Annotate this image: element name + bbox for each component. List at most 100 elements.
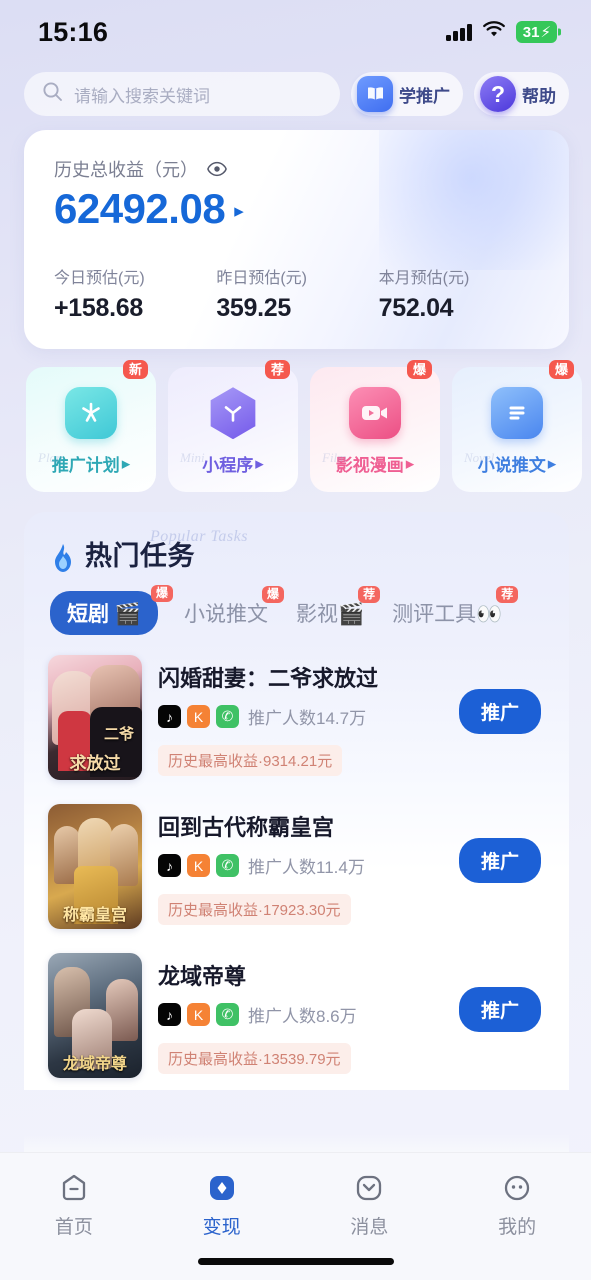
stat-today[interactable]: 今日预估(元) +158.68 xyxy=(54,264,216,323)
kuaishou-icon: K xyxy=(187,705,210,728)
douyin-icon: ♪ xyxy=(158,1003,181,1026)
wechat-icon: ✆ xyxy=(216,1003,239,1026)
category-watermark: Novel xyxy=(464,450,494,466)
tab-label: 测评工具👀 xyxy=(392,598,502,628)
search-icon xyxy=(42,81,63,107)
promote-button[interactable]: 推广 xyxy=(459,987,541,1032)
search-row: 请输入搜索关键词 学推广 ? 帮助 xyxy=(0,64,591,116)
table-row[interactable]: 龙域帝尊 龙域帝尊 ♪ K ✆ 推广人数8.6万 历史最高收益·13539.79… xyxy=(24,941,569,1090)
poster-dragon-emperor: 龙域帝尊 xyxy=(48,953,142,1078)
chevron-right-icon: ▸ xyxy=(548,454,557,474)
nav-item-home[interactable]: 首页 xyxy=(0,1171,148,1239)
chevron-right-icon: ▸ xyxy=(122,454,131,474)
table-row[interactable]: 求放过 二爷 闪婚甜妻：二爷求放过 ♪ K ✆ 推广人数14.7万 历史最高收益… xyxy=(24,643,569,792)
stat-today-label: 今日预估(元) xyxy=(54,264,216,288)
category-name-text: 小程序 xyxy=(202,451,253,476)
search-placeholder: 请输入搜索关键词 xyxy=(74,82,210,107)
stat-today-value: +158.68 xyxy=(54,294,216,323)
category-card-film-comic[interactable]: 爆 Film 影视漫画 ▸ xyxy=(310,367,440,492)
hot-tasks-header: 热门任务 Popular Tasks xyxy=(24,512,569,573)
chevron-right-icon: ▸ xyxy=(406,454,415,474)
status-bar: 15:16 31 ⚡ xyxy=(0,0,591,64)
stat-yesterday[interactable]: 昨日预估(元) 359.25 xyxy=(216,264,378,323)
novel-doc-icon xyxy=(491,387,543,439)
hot-tasks-panel: 热门任务 Popular Tasks 短剧 🎬 爆 小说推文 爆 影视🎬 荐 测… xyxy=(24,512,569,1090)
promoter-count: 推广人数11.4万 xyxy=(248,853,365,878)
cellular-signal-icon xyxy=(446,24,472,41)
nav-item-message[interactable]: 消息 xyxy=(296,1171,444,1239)
miniprogram-icon xyxy=(207,387,259,439)
category-badge: 爆 xyxy=(549,360,574,379)
tab-duanju[interactable]: 短剧 🎬 爆 xyxy=(50,591,158,635)
earnings-badge: 历史最高收益·13539.79元 xyxy=(158,1043,351,1074)
promoter-count: 推广人数8.6万 xyxy=(248,1002,357,1027)
category-card-promotion-plan[interactable]: 新 Plan 推广计划 ▸ xyxy=(26,367,156,492)
category-card-miniprogram[interactable]: 荐 Mini 小程序 ▸ xyxy=(168,367,298,492)
earnings-badge: 历史最高收益·9314.21元 xyxy=(158,745,342,776)
earnings-card: 历史总收益（元） 62492.08 ▸ 今日预估(元) +158.68 昨日预估… xyxy=(24,130,569,349)
nav-item-profile[interactable]: 我的 xyxy=(443,1171,591,1239)
task-list: 求放过 二爷 闪婚甜妻：二爷求放过 ♪ K ✆ 推广人数14.7万 历史最高收益… xyxy=(24,635,569,1090)
category-watermark: Film xyxy=(322,450,347,466)
tab-review-tools[interactable]: 测评工具👀 荐 xyxy=(390,591,504,635)
search-input[interactable]: 请输入搜索关键词 xyxy=(24,72,340,116)
tab-badge: 爆 xyxy=(151,585,173,602)
nav-label: 消息 xyxy=(350,1212,388,1239)
flame-icon xyxy=(50,543,76,573)
category-watermark: Plan xyxy=(38,450,63,466)
home-indicator xyxy=(198,1258,394,1265)
plan-sparkle-icon xyxy=(65,387,117,439)
table-row[interactable]: 称霸皇宫 回到古代称霸皇宫 ♪ K ✆ 推广人数11.4万 历史最高收益·179… xyxy=(24,792,569,941)
status-indicators: 31 ⚡ xyxy=(446,21,557,44)
tab-label: 影视🎬 xyxy=(296,598,364,628)
douyin-icon: ♪ xyxy=(158,705,181,728)
home-icon xyxy=(57,1171,91,1205)
promote-button[interactable]: 推广 xyxy=(459,689,541,734)
question-mark-icon: ? xyxy=(480,76,516,112)
battery-level: 31 xyxy=(523,24,540,41)
tab-badge: 荐 xyxy=(496,586,518,603)
total-amount-row[interactable]: 62492.08 ▸ xyxy=(54,186,541,232)
bottom-navigation: 首页 变现 消息 我的 xyxy=(0,1152,591,1280)
promote-button[interactable]: 推广 xyxy=(459,838,541,883)
tab-badge: 爆 xyxy=(262,586,284,603)
nav-label: 变现 xyxy=(203,1212,241,1239)
promoter-count: 推广人数14.7万 xyxy=(248,704,366,729)
eye-icon[interactable] xyxy=(207,159,227,179)
category-badge: 爆 xyxy=(407,360,432,379)
tab-film[interactable]: 影视🎬 荐 xyxy=(294,591,366,635)
earnings-badge: 历史最高收益·17923.30元 xyxy=(158,894,351,925)
category-name: 影视漫画 ▸ xyxy=(336,451,415,476)
task-tabs: 短剧 🎬 爆 小说推文 爆 影视🎬 荐 测评工具👀 荐 xyxy=(24,573,569,635)
list-fade xyxy=(24,1134,569,1152)
status-time: 15:16 xyxy=(38,17,108,48)
kuaishou-icon: K xyxy=(187,1003,210,1026)
category-card-novel[interactable]: 爆 Novel 小说推文 ▸ xyxy=(452,367,582,492)
total-amount: 62492.08 xyxy=(54,186,225,232)
total-earnings-label: 历史总收益（元） xyxy=(54,156,198,182)
chevron-right-icon: ▸ xyxy=(234,200,244,223)
learn-promotion-button[interactable]: 学推广 xyxy=(351,72,463,116)
chevron-right-icon: ▸ xyxy=(255,454,264,474)
message-icon xyxy=(352,1171,386,1205)
category-badge: 荐 xyxy=(265,360,290,379)
nav-label: 首页 xyxy=(55,1212,93,1239)
monetize-diamond-icon xyxy=(205,1171,239,1205)
stat-month[interactable]: 本月预估(元) 752.04 xyxy=(379,264,541,323)
hot-tasks-watermark: Popular Tasks xyxy=(150,528,248,546)
charging-bolt-icon: ⚡ xyxy=(540,23,551,41)
kuaishou-icon: K xyxy=(187,854,210,877)
total-earnings-label-row: 历史总收益（元） xyxy=(54,156,541,182)
category-badge: 新 xyxy=(123,360,148,379)
poster-ancient-palace: 称霸皇宫 xyxy=(48,804,142,929)
help-button[interactable]: ? 帮助 xyxy=(474,72,569,116)
stat-month-value: 752.04 xyxy=(379,294,541,323)
book-icon xyxy=(357,76,393,112)
tab-novel[interactable]: 小说推文 爆 xyxy=(182,591,270,635)
stat-yesterday-label: 昨日预估(元) xyxy=(216,264,378,288)
nav-item-monetize[interactable]: 变现 xyxy=(148,1171,296,1239)
profile-icon xyxy=(500,1171,534,1205)
video-camera-icon xyxy=(349,387,401,439)
category-scroller[interactable]: 新 Plan 推广计划 ▸ 荐 Mini 小程序 ▸ 爆 Film 影视漫画 ▸ xyxy=(0,349,591,492)
category-name: 小程序 ▸ xyxy=(202,451,264,476)
